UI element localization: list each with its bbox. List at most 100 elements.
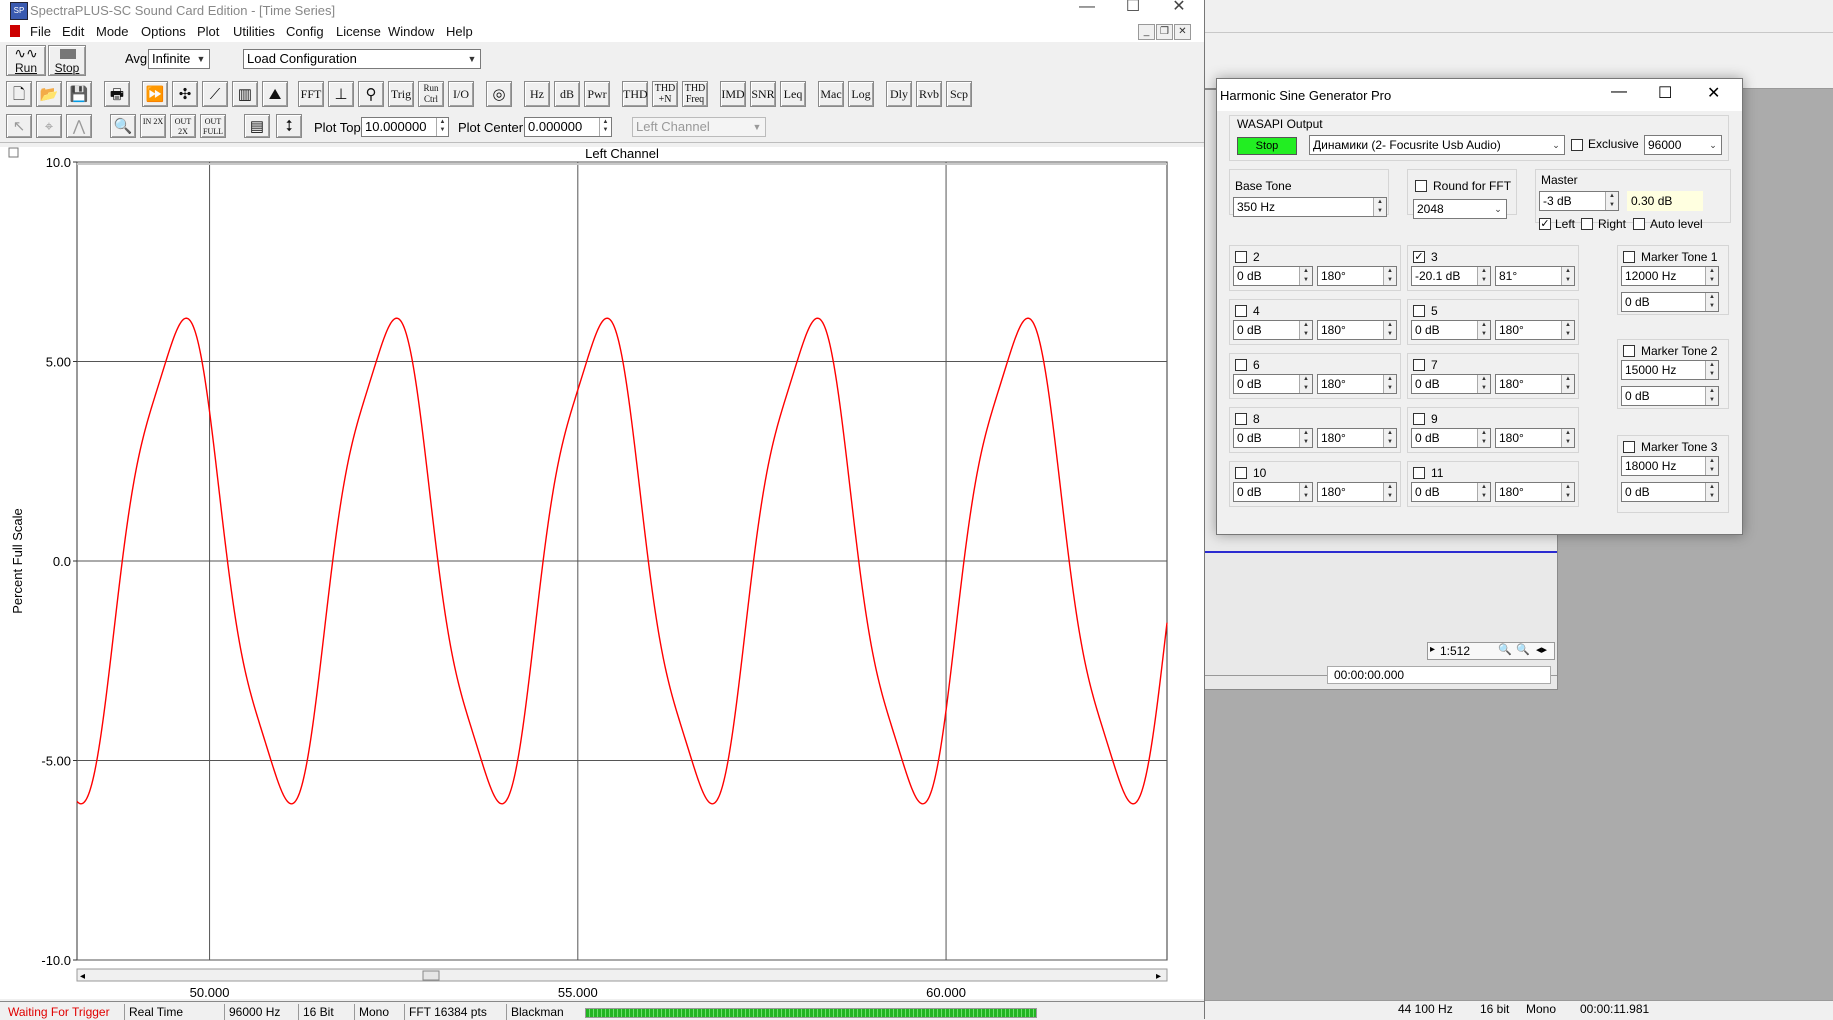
harmonic-9-db-input[interactable]: 0 dB ▲ ▼ (1411, 428, 1491, 448)
menu-edit[interactable]: Edit (54, 23, 92, 40)
hz-button[interactable]: Hz (524, 81, 550, 107)
leq-button[interactable]: Leq (780, 81, 806, 107)
spin-icon[interactable]: ▲ ▼ (1383, 375, 1396, 393)
spin-icon[interactable]: ▲ ▼ (1477, 429, 1490, 447)
forward-button[interactable]: ⏩ (142, 81, 168, 107)
mdi-close-icon[interactable]: ✕ (1174, 24, 1191, 40)
spectrum-tool-button[interactable]: ✣ (172, 81, 198, 107)
marker-tone-1-checkbox[interactable] (1623, 251, 1635, 263)
fit-icon[interactable]: ◂▸ (1536, 643, 1547, 656)
table-button[interactable]: ▤ (244, 114, 270, 138)
scp-button[interactable]: Scp (946, 81, 972, 107)
marker-tone-3-db-input[interactable]: 0 dB ▲ ▼ (1621, 482, 1719, 502)
menu-mode[interactable]: Mode (88, 23, 137, 40)
harmonic-8-db-input[interactable]: 0 dB ▲ ▼ (1233, 428, 1313, 448)
harmonic-11-checkbox[interactable] (1413, 467, 1425, 479)
spin-icon[interactable]: ▲ ▼ (1561, 375, 1574, 393)
pointer-button[interactable]: ↖ (6, 114, 32, 138)
rvb-button[interactable]: Rvb (916, 81, 942, 107)
generator-button[interactable]: ◎ (486, 81, 512, 107)
harmonic-6-checkbox[interactable] (1235, 359, 1247, 371)
harmonic-3-db-input[interactable]: -20.1 dB ▲ ▼ (1411, 266, 1491, 286)
mac-button[interactable]: Mac (818, 81, 844, 107)
hsg-stop-button[interactable]: Stop (1237, 137, 1297, 155)
spin-icon[interactable]: ▲ ▼ (1561, 321, 1574, 339)
zoom-in-2x-button[interactable]: IN 2X (140, 114, 166, 138)
peak-button[interactable]: ⋀ (66, 114, 92, 138)
spin-icon[interactable]: ▲ ▼ (1477, 483, 1490, 501)
harmonic-9-phase-input[interactable]: 180° ▲ ▼ (1495, 428, 1575, 448)
marker-tone-1-freq-input[interactable]: 12000 Hz ▲ ▼ (1621, 266, 1719, 286)
spin-icon[interactable]: ▲ ▼ (1477, 375, 1490, 393)
log-button[interactable]: Log (848, 81, 874, 107)
master-db-input[interactable]: -3 dB ▲ ▼ (1539, 191, 1619, 211)
save-button[interactable]: 💾 (66, 81, 92, 107)
snr-button[interactable]: SNR (750, 81, 776, 107)
menu-utilities[interactable]: Utilities (225, 23, 283, 40)
new-file-button[interactable]: 🗋 (6, 81, 32, 107)
spin-icon[interactable]: ▲ ▼ (1561, 429, 1574, 447)
harmonic-8-phase-input[interactable]: 180° ▲ ▼ (1317, 428, 1397, 448)
spectrogram-button[interactable]: ▥ (232, 81, 258, 107)
marker-tone-2-db-input[interactable]: 0 dB ▲ ▼ (1621, 386, 1719, 406)
marker-tone-2-checkbox[interactable] (1623, 345, 1635, 357)
spin-icon[interactable]: ▲ ▼ (1299, 321, 1312, 339)
hsg-maximize-icon[interactable]: ☐ (1658, 83, 1672, 103)
spin-icon[interactable]: ▲ ▼ (1705, 293, 1718, 311)
spin-icon[interactable]: ▲ ▼ (1383, 429, 1396, 447)
scroll-right-icon[interactable]: ▸ (1430, 644, 1435, 655)
menu-window[interactable]: Window (380, 23, 442, 40)
open-button[interactable]: 📂 (36, 81, 62, 107)
menu-config[interactable]: Config (278, 23, 332, 40)
pwr-button[interactable]: Pwr (584, 81, 610, 107)
harmonic-11-db-input[interactable]: 0 dB ▲ ▼ (1411, 482, 1491, 502)
harmonic-10-phase-input[interactable]: 180° ▲ ▼ (1317, 482, 1397, 502)
print-button[interactable]: 🖶 (104, 81, 130, 107)
zoom-icon[interactable]: 🔍 (1498, 643, 1512, 656)
spin-icon[interactable]: ▲ ▼ (1705, 483, 1718, 501)
left-checkbox[interactable]: ✓ (1539, 218, 1551, 230)
spin-icon[interactable]: ▲ ▼ (1561, 267, 1574, 285)
scroll-left-icon[interactable]: ◂ (80, 971, 85, 982)
base-tone-input[interactable]: 350 Hz ▲ ▼ (1233, 197, 1387, 217)
scroll-thumb[interactable] (422, 970, 440, 981)
spin-icon[interactable]: ▲ ▼ (1299, 483, 1312, 501)
trig-button[interactable]: Trig (388, 81, 414, 107)
zoom-out-icon[interactable]: 🔍 (1516, 643, 1530, 656)
thd-freq-button[interactable]: THD Freq (682, 81, 708, 107)
io-button[interactable]: I/O (448, 81, 474, 107)
harmonic-7-phase-input[interactable]: 180° ▲ ▼ (1495, 374, 1575, 394)
time-series-button[interactable]: ⟋ (202, 81, 228, 107)
3d-surface-button[interactable]: ⛰ (262, 81, 288, 107)
menu-options[interactable]: Options (133, 23, 194, 40)
menu-plot[interactable]: Plot (189, 23, 227, 40)
spin-icon[interactable]: ▲ ▼ (1605, 192, 1618, 210)
harmonic-3-checkbox[interactable]: ✓ (1413, 251, 1425, 263)
close-icon[interactable]: ✕ (1156, 0, 1202, 22)
spin-icon[interactable]: ▲ ▼ (1705, 387, 1718, 405)
harmonic-11-phase-input[interactable]: 180° ▲ ▼ (1495, 482, 1575, 502)
maximize-icon[interactable]: ☐ (1110, 0, 1156, 22)
harmonic-6-phase-input[interactable]: 180° ▲ ▼ (1317, 374, 1397, 394)
document-icon[interactable] (10, 25, 20, 37)
harmonic-4-checkbox[interactable] (1235, 305, 1247, 317)
fft-size-select[interactable]: 2048 ⌄ (1413, 199, 1507, 219)
spin-icon[interactable]: ▲ ▼ (1299, 429, 1312, 447)
channel-select[interactable]: Left Channel ▼ (632, 117, 766, 137)
harmonic-2-checkbox[interactable] (1235, 251, 1247, 263)
harmonic-7-db-input[interactable]: 0 dB ▲ ▼ (1411, 374, 1491, 394)
spin-icon[interactable]: ▲ ▼ (436, 118, 448, 136)
marker-tone-3-freq-input[interactable]: 18000 Hz ▲ ▼ (1621, 456, 1719, 476)
right-checkbox[interactable] (1581, 218, 1593, 230)
auto-level-checkbox[interactable] (1633, 218, 1645, 230)
hsg-close-icon[interactable]: ✕ (1707, 83, 1720, 103)
stop-button[interactable]: Stop (48, 45, 86, 76)
harmonic-4-db-input[interactable]: 0 dB ▲ ▼ (1233, 320, 1313, 340)
marker-tone-1-db-input[interactable]: 0 dB ▲ ▼ (1621, 292, 1719, 312)
menu-help[interactable]: Help (438, 23, 481, 40)
fft-button[interactable]: FFT (298, 81, 324, 107)
plot-center-input[interactable]: 0.000000 ▲ ▼ (524, 117, 612, 137)
dly-button[interactable]: Dly (886, 81, 912, 107)
thdn-button[interactable]: THD +N (652, 81, 678, 107)
spin-icon[interactable]: ▲ ▼ (1705, 267, 1718, 285)
